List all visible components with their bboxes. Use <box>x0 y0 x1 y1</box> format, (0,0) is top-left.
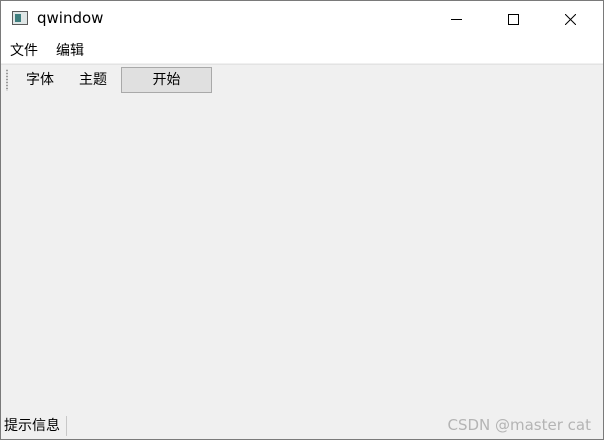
font-button[interactable]: 字体 <box>19 67 61 93</box>
minimize-icon <box>451 19 462 20</box>
status-bar: 提示信息 CSDN @master cat <box>1 413 603 439</box>
app-window-icon <box>12 11 28 25</box>
theme-button[interactable]: 主题 <box>72 67 114 93</box>
title-bar[interactable]: qwindow <box>1 1 603 37</box>
window-title: qwindow <box>37 9 104 27</box>
close-icon <box>565 14 576 25</box>
maximize-icon <box>508 14 519 25</box>
start-button[interactable]: 开始 <box>121 67 212 93</box>
main-window: qwindow 文件 编辑 字体 主题 开始 提示信息 CSDN @master… <box>0 0 604 440</box>
watermark-text: CSDN @master cat <box>447 416 591 434</box>
minimize-button[interactable] <box>433 1 479 37</box>
maximize-button[interactable] <box>490 1 536 37</box>
central-widget <box>1 95 603 413</box>
menu-bar: 文件 编辑 <box>1 37 603 63</box>
menu-edit[interactable]: 编辑 <box>56 42 84 60</box>
menu-file[interactable]: 文件 <box>10 42 38 60</box>
close-button[interactable] <box>547 1 593 37</box>
status-separator <box>66 416 67 436</box>
toolbar-grip-handle[interactable] <box>6 69 8 91</box>
status-message: 提示信息 <box>4 418 60 434</box>
tool-bar: 字体 主题 开始 <box>1 64 603 96</box>
